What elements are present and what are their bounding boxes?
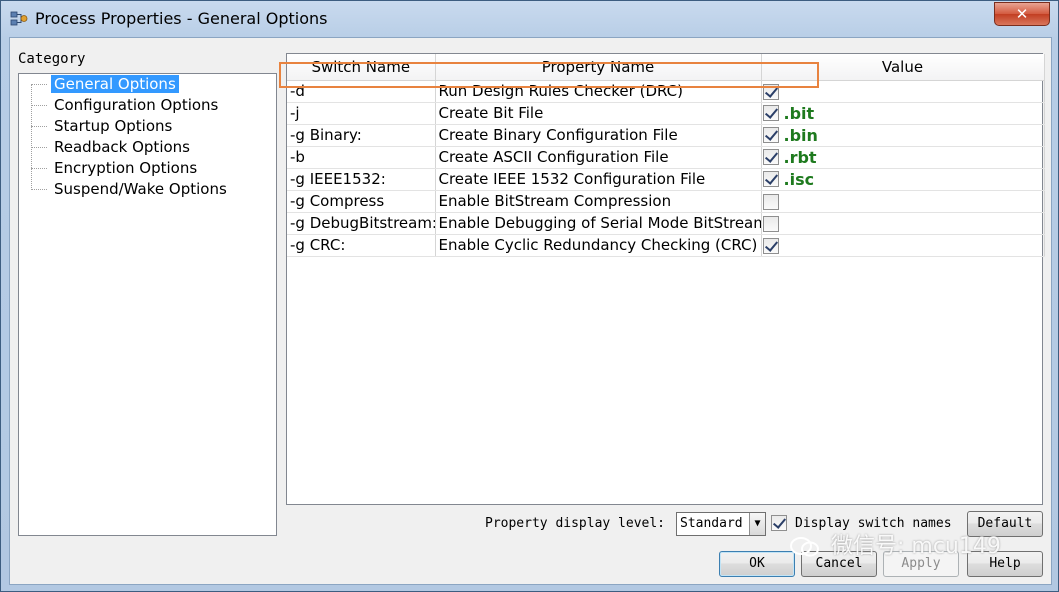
value-checkbox[interactable] [762,127,779,143]
property-name-cell: Enable Cyclic Redundancy Checking (CRC) [435,234,762,257]
table-row[interactable]: -g IEEE1532: Create IEEE 1532 Configurati… [287,168,1045,191]
category-item-suspend-wake-options[interactable]: Suspend/Wake Options [31,179,232,200]
process-properties-window: Process Properties - General Options ✕ C… [0,0,1059,592]
value-checkbox[interactable] [762,171,779,187]
category-item-startup-options[interactable]: Startup Options [30,116,177,137]
value-cell [761,212,1045,235]
property-name-cell: Enable BitStream Compression [435,190,762,213]
switch-name-cell: -b [287,146,436,169]
switch-name-cell: -g Compress [287,190,436,213]
title-bar[interactable]: Process Properties - General Options ✕ [1,1,1058,37]
property-name-cell: Create Bit File [435,102,762,125]
switch-name-cell: -d [287,80,436,103]
switch-name-cell: -j [287,102,436,125]
value-checkbox[interactable] [762,83,779,100]
switch-name-cell: -g DebugBitstream: [287,212,436,235]
value-cell [761,234,1045,257]
tree-connector [31,84,32,190]
close-button[interactable]: ✕ [994,2,1050,26]
ok-button[interactable]: OK [719,551,795,577]
value-cell: .isc [761,168,1045,191]
file-extension-annotation: .rbt [783,147,817,167]
category-item-general-options[interactable]: General Options [31,74,181,95]
value-checkbox[interactable] [762,105,779,121]
column-header-property-name[interactable]: Property Name [435,54,762,81]
file-extension-annotation: .bin [783,125,818,145]
value-cell [761,80,1045,103]
file-extension-annotation: .isc [783,169,815,189]
category-item-label: Configuration Options [54,96,219,114]
category-item-label: General Options [51,75,179,93]
value-checkbox[interactable] [762,237,779,254]
column-header-value[interactable]: Value [761,54,1045,81]
property-display-level-select[interactable]: Standard ▼ [676,512,766,536]
display-switch-names-checkbox[interactable] [771,515,787,531]
table-row[interactable]: -b Create ASCII Configuration File .rbt [287,146,1045,169]
value-cell [761,190,1045,213]
category-item-encryption-options[interactable]: Encryption Options [30,158,202,179]
value-checkbox[interactable] [762,193,779,210]
property-name-cell: Run Design Rules Checker (DRC) [435,80,762,103]
properties-app-icon [10,11,28,26]
properties-table: Switch Name Property Name Value -d Run De… [287,54,1045,257]
category-item-label: Suspend/Wake Options [54,180,227,198]
table-row[interactable]: -j Create Bit File .bit [287,102,1045,125]
property-display-level-label: Property display level: [485,516,666,531]
file-extension-annotation: .bit [783,103,815,123]
category-item-readback-options[interactable]: Readback Options [31,137,195,158]
switch-name-cell: -g IEEE1532: [287,168,436,191]
table-header-row: Switch Name Property Name Value [287,54,1045,81]
table-row[interactable]: -g DebugBitstream: Enable Debugging of Se… [287,212,1045,235]
table-row[interactable]: -g Binary: Create Binary Configuration Fi… [287,124,1045,147]
category-item-configuration-options[interactable]: Configuration Options [30,95,223,116]
switch-name-cell: -g CRC: [287,234,436,257]
properties-grid[interactable]: Switch Name Property Name Value -d Run De… [286,53,1045,505]
category-tree[interactable]: General Options Configuration Options St… [18,73,277,536]
switch-name-cell: -g Binary: [287,124,436,147]
watermark: 微信号: mcu149 [790,528,1001,560]
dialog-body: Category General Options Configuration O… [9,37,1052,585]
property-name-cell: Create IEEE 1532 Configuration File [435,168,762,191]
value-checkbox[interactable] [762,215,779,232]
table-row[interactable]: -g Compress Enable BitStream Compression [287,190,1045,213]
value-cell: .bin [761,124,1045,147]
table-row[interactable]: -d Run Design Rules Checker (DRC) [287,80,1045,103]
value-cell: .bit [761,102,1045,125]
property-name-cell: Create ASCII Configuration File [435,146,762,169]
property-name-cell: Create Binary Configuration File [435,124,762,147]
category-item-label: Readback Options [54,138,190,156]
wechat-icon [790,537,819,557]
chevron-down-icon[interactable]: ▼ [749,513,765,535]
watermark-text: 微信号: mcu149 [831,534,1001,559]
value-checkbox[interactable] [762,149,779,165]
column-header-switch-name[interactable]: Switch Name [287,54,436,81]
display-level-value: Standard [680,516,743,531]
category-label: Category [18,51,86,67]
table-row[interactable]: -g CRC: Enable Cyclic Redundancy Checking… [287,234,1045,257]
category-item-label: Startup Options [54,117,173,135]
category-item-label: Encryption Options [54,159,198,177]
window-title: Process Properties - General Options [35,9,328,28]
value-cell: .rbt [761,146,1045,169]
property-name-cell: Enable Debugging of Serial Mode BitStrea… [435,212,762,235]
